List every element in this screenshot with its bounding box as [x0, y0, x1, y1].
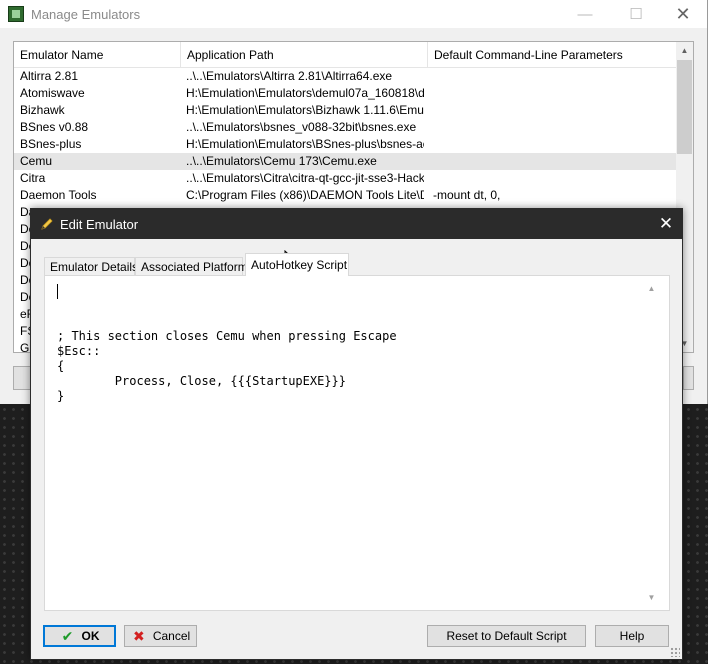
- pencil-icon: [41, 218, 53, 230]
- emulator-name-cell: Cemu: [20, 154, 53, 168]
- cancel-label: Cancel: [152, 629, 191, 643]
- emulator-name-cell: Citra: [20, 171, 46, 185]
- table-row[interactable]: BSnes v0.88 ..\..\Emulators\bsnes_v088-32…: [14, 119, 676, 136]
- tab-associated-platforms[interactable]: Associated Platforms: [135, 257, 254, 276]
- list-header: Emulator Name Application Path Default C…: [14, 42, 676, 68]
- application-path-cell: H:\Emulation\Emulators\Bizhawk 1.11.6\Em…: [186, 103, 424, 117]
- ok-label: OK: [81, 629, 100, 643]
- application-path-cell: ..\..\Emulators\Altirra 2.81\Altirra64.e…: [186, 69, 393, 83]
- reset-default-script-button[interactable]: Reset to Default Script: [427, 625, 586, 647]
- autohotkey-script-panel: ; This section closes Cemu when pressing…: [44, 275, 670, 611]
- params-cell: -mount dt, 0,: [433, 188, 501, 202]
- scroll-thumb[interactable]: [677, 60, 692, 154]
- scroll-up-icon[interactable]: ▲: [643, 280, 660, 297]
- maximize-button[interactable]: ☐: [613, 0, 659, 28]
- close-icon: ✕: [675, 3, 691, 24]
- table-row[interactable]: Altirra 2.81 ..\..\Emulators\Altirra 2.81…: [14, 68, 676, 85]
- scroll-down-icon[interactable]: ▼: [643, 589, 660, 606]
- minimize-icon: —: [577, 5, 593, 23]
- close-window-button[interactable]: [683, 366, 694, 390]
- script-line: }: [57, 389, 65, 403]
- resize-grip-icon[interactable]: [670, 647, 680, 657]
- application-path-cell: C:\Program Files (x86)\DAEMON Tools Lite…: [186, 188, 424, 202]
- script-line: {: [57, 359, 65, 373]
- emulator-name-cell: Bizhawk: [20, 103, 65, 117]
- application-path-cell: H:\Emulation\Emulators\demul07a_160818\d…: [186, 86, 424, 100]
- cancel-x-icon: ✖: [132, 627, 145, 644]
- maximize-icon: ☐: [629, 6, 643, 23]
- emulator-name-cell: Altirra 2.81: [20, 69, 79, 83]
- script-line: ; This section closes Cemu when pressing…: [57, 329, 397, 343]
- scroll-up-icon[interactable]: ▲: [676, 42, 693, 59]
- script-line: $Esc::: [57, 344, 101, 358]
- edit-emulator-dialog: Edit Emulator ✕ Emulator Details Associa…: [30, 208, 683, 660]
- tab-emulator-details[interactable]: Emulator Details: [44, 257, 138, 276]
- dialog-tabs: Emulator Details Associated Platforms Au…: [44, 253, 664, 276]
- table-row[interactable]: Atomiswave H:\Emulation\Emulators\demul07…: [14, 85, 676, 102]
- window-title: Manage Emulators: [31, 7, 141, 22]
- table-row[interactable]: Cemu ..\..\Emulators\Cemu 173\Cemu.exe: [14, 153, 676, 170]
- manage-emulators-titlebar[interactable]: Manage Emulators — ☐ ✕: [0, 0, 707, 28]
- application-path-cell: ..\..\Emulators\Citra\citra-qt-gcc-jit-s…: [186, 171, 424, 185]
- emulator-name-cell: BSnes-plus: [20, 137, 82, 151]
- application-path-cell: ..\..\Emulators\Cemu 173\Cemu.exe: [186, 154, 377, 168]
- checkmark-icon: ✔: [61, 627, 74, 644]
- column-header-name[interactable]: Emulator Name: [14, 42, 181, 68]
- table-row[interactable]: Bizhawk H:\Emulation\Emulators\Bizhawk 1.…: [14, 102, 676, 119]
- emulator-name-cell: Daemon Tools: [20, 188, 97, 202]
- emulator-name-cell: Atomiswave: [20, 86, 85, 100]
- text-caret: [57, 284, 58, 299]
- table-row[interactable]: BSnes-plus H:\Emulation\Emulators\BSnes-p…: [14, 136, 676, 153]
- script-line: Process, Close, {{{StartupEXE}}}: [57, 374, 346, 388]
- ok-button[interactable]: ✔ OK: [43, 625, 116, 647]
- application-path-cell: H:\Emulation\Emulators\BSnes-plus\bsnes-…: [186, 137, 424, 151]
- editor-scrollbar[interactable]: ▲ ▼: [643, 280, 660, 606]
- help-button[interactable]: Help: [595, 625, 669, 647]
- minimize-button[interactable]: —: [562, 0, 608, 28]
- column-header-path[interactable]: Application Path: [181, 42, 428, 68]
- tab-autohotkey-script[interactable]: AutoHotkey Script: [245, 253, 349, 276]
- dialog-title: Edit Emulator: [60, 217, 139, 232]
- script-editor[interactable]: ; This section closes Cemu when pressing…: [57, 284, 643, 602]
- column-header-params[interactable]: Default Command-Line Parameters: [428, 42, 676, 68]
- table-row[interactable]: Citra ..\..\Emulators\Citra\citra-qt-gcc-…: [14, 170, 676, 187]
- close-button[interactable]: ✕: [660, 0, 706, 28]
- emulator-name-cell: BSnes v0.88: [20, 120, 89, 134]
- dialog-close-button[interactable]: ✕: [650, 209, 682, 239]
- close-icon: ✕: [658, 214, 674, 233]
- dialog-titlebar[interactable]: Edit Emulator ✕: [31, 209, 682, 239]
- application-path-cell: ..\..\Emulators\bsnes_v088-32bit\bsnes.e…: [186, 120, 417, 134]
- cancel-button[interactable]: ✖ Cancel: [124, 625, 197, 647]
- table-row[interactable]: Daemon Tools C:\Program Files (x86)\DAEMO…: [14, 187, 676, 204]
- app-icon: [8, 6, 24, 22]
